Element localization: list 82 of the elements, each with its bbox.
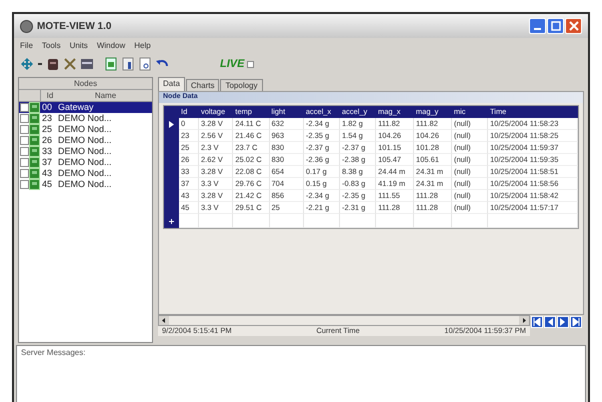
node-icon bbox=[30, 136, 39, 145]
node-icon bbox=[30, 158, 39, 167]
table-icon[interactable] bbox=[80, 57, 94, 71]
close-icon bbox=[568, 21, 578, 31]
minimize-button[interactable] bbox=[529, 18, 546, 34]
node-row[interactable]: 37 DEMO Nod... bbox=[19, 157, 152, 168]
node-row[interactable]: 45 DEMO Nod... bbox=[19, 179, 152, 190]
node-checkbox[interactable] bbox=[20, 136, 28, 145]
node-checkbox[interactable] bbox=[20, 114, 28, 123]
node-icon bbox=[30, 114, 39, 123]
tools-icon[interactable] bbox=[63, 57, 77, 71]
live-checkbox[interactable] bbox=[247, 60, 254, 68]
column-header[interactable]: Name bbox=[57, 90, 152, 101]
new-row-icon bbox=[169, 218, 174, 224]
previous-icon bbox=[546, 318, 554, 326]
node-icon bbox=[30, 125, 39, 134]
node-checkbox[interactable] bbox=[20, 169, 28, 178]
first-button[interactable] bbox=[531, 316, 543, 328]
row-header[interactable] bbox=[164, 214, 179, 228]
node-id: 00 bbox=[41, 102, 54, 113]
node-checkbox[interactable] bbox=[20, 125, 28, 134]
tab[interactable]: Charts bbox=[186, 79, 220, 91]
menu-item[interactable]: File bbox=[20, 41, 33, 50]
node-name: Gateway bbox=[57, 102, 95, 113]
node-name: DEMO Nod... bbox=[57, 124, 113, 135]
minimize-icon bbox=[534, 28, 541, 30]
node-id: 43 bbox=[41, 168, 54, 179]
export-icon[interactable] bbox=[104, 57, 118, 71]
node-name: DEMO Nod... bbox=[57, 135, 113, 146]
node-row[interactable]: 00 Gateway bbox=[19, 102, 152, 113]
menu-item[interactable]: Window bbox=[96, 41, 126, 50]
node-name: DEMO Nod... bbox=[57, 113, 113, 124]
node-row[interactable]: 25 DEMO Nod... bbox=[19, 124, 152, 135]
node-name: DEMO Nod... bbox=[57, 179, 113, 190]
next-button[interactable] bbox=[557, 316, 569, 328]
maximize-button[interactable] bbox=[547, 18, 564, 34]
mote-icon[interactable] bbox=[46, 57, 60, 71]
node-checkbox[interactable] bbox=[20, 180, 28, 189]
tab[interactable]: Data bbox=[158, 77, 185, 91]
document-icon[interactable] bbox=[138, 57, 152, 71]
node-icon bbox=[30, 169, 39, 178]
scroll-right-icon[interactable] bbox=[519, 316, 529, 325]
previous-button[interactable] bbox=[544, 316, 556, 328]
node-row[interactable]: 26 DEMO Nod... bbox=[19, 135, 152, 146]
node-checkbox[interactable] bbox=[20, 103, 28, 112]
live-label: LIVE bbox=[220, 58, 244, 70]
first-icon bbox=[533, 318, 541, 326]
maximize-icon bbox=[550, 21, 560, 31]
node-id: 37 bbox=[41, 157, 54, 168]
node-icon bbox=[30, 103, 39, 112]
current-row-icon bbox=[169, 120, 174, 128]
node-row[interactable]: 43 DEMO Nod... bbox=[19, 168, 152, 179]
tab[interactable]: Topology bbox=[220, 79, 262, 91]
menu-item[interactable]: Help bbox=[134, 41, 151, 50]
close-button[interactable] bbox=[565, 18, 582, 34]
next-icon bbox=[559, 318, 567, 326]
node-id: 45 bbox=[41, 179, 54, 190]
last-icon bbox=[572, 318, 580, 326]
app-icon bbox=[20, 20, 33, 32]
messages-label: Server Messages: bbox=[21, 348, 86, 357]
time-scrollbar[interactable] bbox=[158, 315, 530, 326]
menu-item[interactable]: Tools bbox=[42, 41, 61, 50]
node-id: 25 bbox=[41, 124, 54, 135]
node-name: DEMO Nod... bbox=[57, 157, 113, 168]
menu-item[interactable]: Units bbox=[70, 41, 88, 50]
node-row[interactable]: 33 DEMO Nod... bbox=[19, 146, 152, 157]
scroll-left-icon[interactable] bbox=[159, 316, 169, 325]
node-id: 26 bbox=[41, 135, 54, 146]
node-icon bbox=[30, 147, 39, 156]
node-name: DEMO Nod... bbox=[57, 168, 113, 179]
window-title: MOTE-VIEW 1.0 bbox=[37, 20, 112, 32]
last-button[interactable] bbox=[570, 316, 582, 328]
node-id: 33 bbox=[41, 146, 54, 157]
column-group-header: Nodes bbox=[19, 78, 152, 90]
node-row[interactable]: 23 DEMO Nod... bbox=[19, 113, 152, 124]
chart-icon[interactable] bbox=[121, 57, 135, 71]
node-icon bbox=[30, 180, 39, 189]
node-name: DEMO Nod... bbox=[57, 146, 113, 157]
node-id: 23 bbox=[41, 113, 54, 124]
node-checkbox[interactable] bbox=[20, 147, 28, 156]
column-header[interactable]: Id bbox=[41, 90, 57, 101]
node-checkbox[interactable] bbox=[20, 158, 28, 167]
